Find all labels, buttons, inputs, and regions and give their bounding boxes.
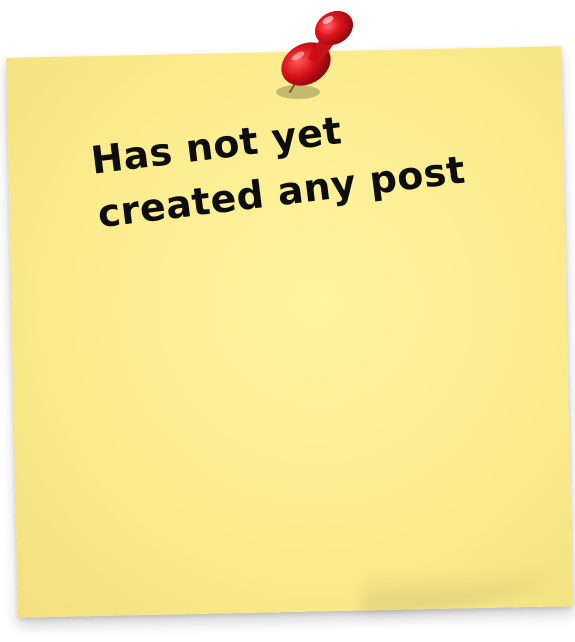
sticky-note-graphic: Has not yet created any post [0, 0, 575, 642]
pushpin-icon [276, 10, 354, 99]
note-curl-shadow [362, 568, 563, 613]
